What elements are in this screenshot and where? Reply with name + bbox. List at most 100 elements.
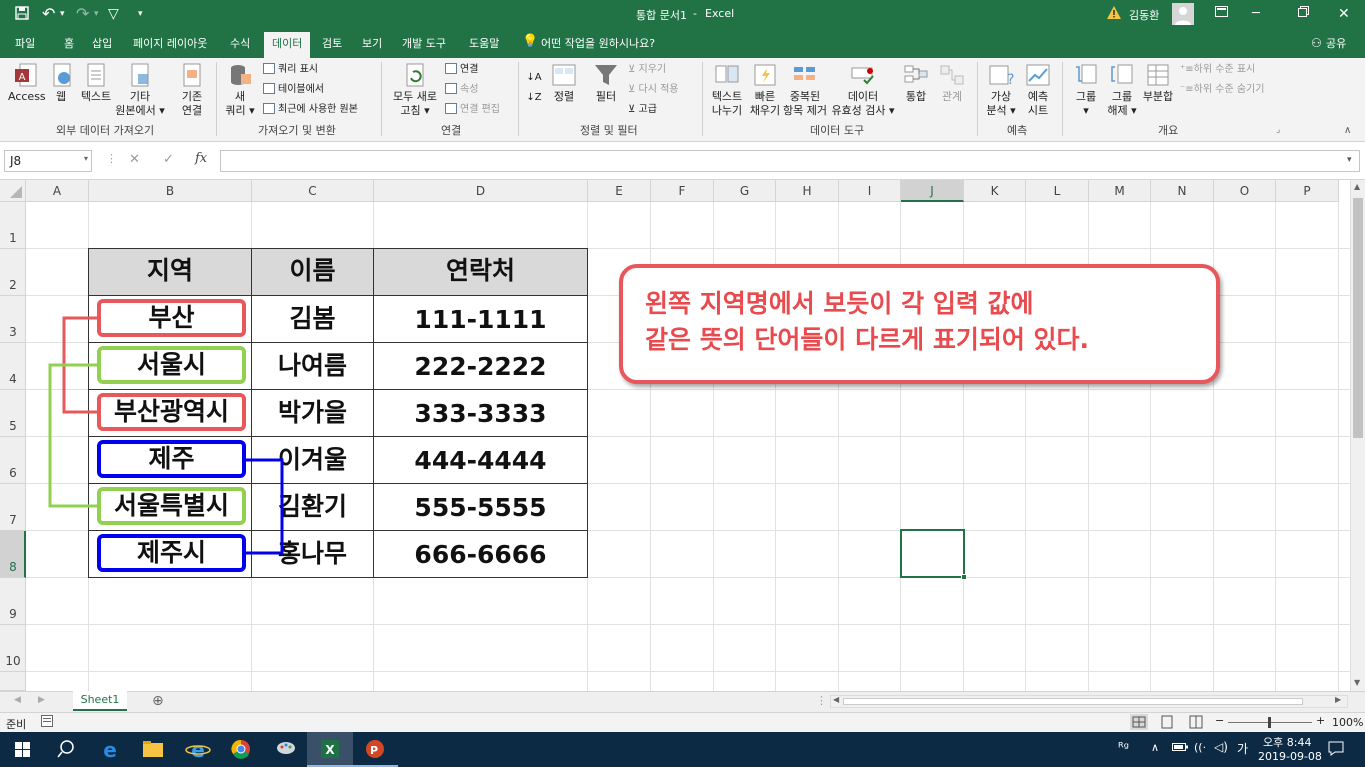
zoom-slider-thumb[interactable]: [1268, 717, 1271, 728]
close-icon[interactable]: ✕: [1338, 5, 1350, 23]
column-header-i[interactable]: I: [839, 180, 901, 202]
group-button[interactable]: 그룹 ▾: [1068, 62, 1104, 118]
edge-browser-icon[interactable]: e: [87, 732, 133, 767]
column-header-p[interactable]: P: [1276, 180, 1339, 202]
sheet-next-icon[interactable]: ▶: [38, 695, 45, 705]
column-header-m[interactable]: M: [1089, 180, 1151, 202]
network-icon[interactable]: ((·: [1194, 741, 1206, 754]
zoom-out-icon[interactable]: −: [1215, 714, 1224, 727]
flash-fill-button[interactable]: 빠른 채우기: [747, 62, 783, 118]
column-header-g[interactable]: G: [714, 180, 776, 202]
column-header-j[interactable]: J: [901, 180, 964, 202]
row-header-10[interactable]: 10: [0, 625, 26, 672]
scroll-left-icon[interactable]: ◀: [833, 695, 839, 704]
column-header-o[interactable]: O: [1214, 180, 1276, 202]
web-button[interactable]: 웹: [48, 62, 74, 104]
formula-input[interactable]: [220, 150, 1360, 172]
page-layout-view-icon[interactable]: [1160, 715, 1174, 732]
warning-icon[interactable]: [1107, 6, 1121, 25]
paint-icon[interactable]: [263, 732, 309, 767]
internet-explorer-icon[interactable]: e: [175, 732, 221, 767]
zoom-in-icon[interactable]: +: [1316, 714, 1325, 727]
restore-icon[interactable]: [1298, 5, 1309, 23]
notification-icon[interactable]: [1328, 740, 1344, 759]
search-icon[interactable]: [43, 732, 89, 767]
column-header-h[interactable]: H: [776, 180, 839, 202]
people-icon[interactable]: ᴿᵍ: [1118, 741, 1129, 756]
windows-start-icon[interactable]: [0, 732, 46, 767]
tab-review[interactable]: 검토: [322, 36, 342, 52]
refresh-all-button[interactable]: 모두 새로 고침 ▾: [387, 62, 443, 118]
tab-insert[interactable]: 삽입: [92, 36, 112, 52]
tab-developer[interactable]: 개발 도구: [402, 36, 446, 52]
expand-formula-bar-icon[interactable]: ▾: [1347, 155, 1352, 165]
undo-dropdown-icon[interactable]: ▾: [60, 5, 65, 23]
minimize-icon[interactable]: ─: [1252, 5, 1260, 23]
name-box-dropdown-icon[interactable]: ▾: [84, 154, 88, 163]
existing-connections-button[interactable]: 기존 연결: [174, 62, 210, 118]
row-header-11[interactable]: [0, 672, 26, 691]
name-box[interactable]: J8 ▾: [4, 150, 92, 172]
tab-file[interactable]: 파일: [15, 36, 35, 52]
macro-record-icon[interactable]: [41, 715, 53, 730]
share-button[interactable]: 공유: [1326, 36, 1346, 52]
tab-splitter-icon[interactable]: ⋮: [816, 694, 827, 707]
user-name[interactable]: 김동환: [1129, 7, 1159, 23]
ungroup-button[interactable]: 그룹 해제 ▾: [1104, 62, 1140, 118]
tab-home[interactable]: 홈: [64, 36, 74, 52]
tab-page-layout[interactable]: 페이지 레이아웃: [133, 36, 207, 52]
dialog-launcher-icon[interactable]: ⌟: [1276, 124, 1280, 137]
powerpoint-taskbar-icon[interactable]: P: [352, 732, 398, 767]
page-break-view-icon[interactable]: [1189, 715, 1203, 732]
tab-view[interactable]: 보기: [362, 36, 382, 52]
collapse-ribbon-icon[interactable]: ∧: [1344, 124, 1351, 137]
forecast-sheet-button[interactable]: 예측 시트: [1021, 62, 1055, 118]
consolidate-button[interactable]: 통합: [898, 62, 934, 104]
zoom-level[interactable]: 100%: [1332, 716, 1363, 729]
other-sources-button[interactable]: 기타 원본에서 ▾: [114, 62, 166, 118]
tab-formulas[interactable]: 수식: [230, 36, 250, 52]
text-to-columns-button[interactable]: 텍스트 나누기: [707, 62, 747, 118]
undo-icon[interactable]: ↶: [42, 5, 55, 23]
clock-date[interactable]: 2019-09-08: [1258, 750, 1322, 763]
scroll-up-icon[interactable]: ▲: [1354, 182, 1360, 191]
excel-taskbar-icon[interactable]: X: [307, 732, 353, 767]
tab-data[interactable]: 데이터: [264, 32, 311, 58]
remove-duplicates-button[interactable]: 중복된 항목 제거: [782, 62, 828, 118]
customize-qat-icon[interactable]: ▾: [138, 5, 143, 23]
sort-button[interactable]: 정렬: [547, 62, 581, 104]
access-button[interactable]: A Access: [8, 62, 46, 104]
battery-icon[interactable]: [1172, 741, 1188, 756]
horizontal-scrollbar[interactable]: ◀ ▶: [830, 695, 1348, 708]
ribbon-display-options-icon[interactable]: [1215, 5, 1228, 23]
save-icon[interactable]: [14, 5, 30, 27]
filter-quick-icon[interactable]: ▽: [108, 5, 119, 23]
file-explorer-icon[interactable]: [130, 732, 176, 767]
normal-view-icon[interactable]: [1130, 714, 1148, 730]
connections-button[interactable]: 연결: [445, 63, 478, 76]
fill-handle[interactable]: [961, 574, 967, 580]
tell-me-search[interactable]: 어떤 작업을 원하시나요?: [541, 36, 655, 52]
scroll-down-icon[interactable]: ▼: [1354, 678, 1360, 687]
avatar[interactable]: [1172, 3, 1194, 31]
from-text-button[interactable]: 텍스트: [78, 62, 114, 104]
column-header-n[interactable]: N: [1151, 180, 1214, 202]
from-table-button[interactable]: 테이블에서: [263, 83, 324, 96]
recent-sources-button[interactable]: 최근에 사용한 원본: [263, 103, 358, 116]
column-header-f[interactable]: F: [651, 180, 714, 202]
sort-az-button[interactable]: ↓A ↓Z: [525, 68, 543, 108]
horizontal-scroll-thumb[interactable]: [843, 698, 1303, 705]
show-queries-button[interactable]: 쿼리 표시: [263, 63, 318, 76]
add-sheet-icon[interactable]: ⊕: [152, 693, 164, 709]
subtotal-button[interactable]: 부분합: [1140, 62, 1176, 104]
scroll-right-icon[interactable]: ▶: [1335, 695, 1341, 704]
data-validation-button[interactable]: 데이터 유효성 검사 ▾: [830, 62, 896, 118]
vertical-scrollbar[interactable]: ▲ ▼: [1350, 180, 1365, 691]
tab-help[interactable]: 도움말: [469, 36, 499, 52]
new-query-button[interactable]: 새 쿼리 ▾: [222, 62, 258, 118]
clock-time[interactable]: 오후 8:44: [1263, 734, 1311, 750]
ime-indicator[interactable]: 가: [1237, 740, 1248, 757]
active-cell[interactable]: [900, 529, 965, 578]
filter-button[interactable]: 필터: [590, 62, 622, 104]
worksheet-grid[interactable]: A B C D E F G H I J K L M N O P 1 2 3 4 …: [0, 180, 1350, 691]
